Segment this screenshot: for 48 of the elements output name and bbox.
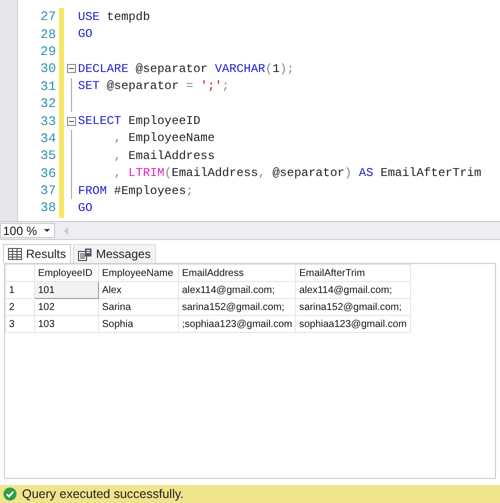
column-header[interactable]: EmployeeName — [98, 264, 178, 282]
table-cell: alex114@gmail.com; — [296, 282, 410, 298]
code-line: GO — [78, 27, 92, 42]
grid-icon — [8, 248, 22, 260]
table-cell: 103 — [34, 316, 98, 332]
code-line: DECLARE @separator VARCHAR(1); — [78, 62, 294, 76]
line-number: 28 — [39, 26, 56, 42]
document-icon — [78, 248, 92, 260]
code-line: SELECT EmployeeID — [78, 114, 200, 128]
table-cell: sophiaa123@gmail.com — [296, 316, 410, 332]
row-number[interactable]: 2 — [6, 298, 34, 316]
column-header[interactable]: EmailAfterTrim — [296, 264, 410, 282]
code-line: USE tempdb — [78, 10, 150, 24]
column-header[interactable]: EmailAddress — [178, 264, 296, 282]
line-number: 36 — [39, 166, 56, 181]
table-cell: ;sophiaa123@gmail.com — [178, 316, 296, 332]
line-number: 30 — [39, 61, 56, 76]
table-cell: sarina152@gmail.com; — [178, 298, 296, 316]
table-cell: Sophia — [98, 316, 178, 332]
results-tab[interactable]: Messages — [73, 244, 156, 263]
code-line: , EmailAddress — [113, 148, 215, 163]
table-cell: alex114@gmail.com; — [178, 282, 296, 298]
row-number[interactable]: 3 — [6, 316, 34, 332]
line-number: 31 — [39, 78, 56, 94]
code-line: SET @separator = ';'; — [78, 79, 230, 94]
table-cell: sarina152@gmail.com; — [296, 298, 410, 316]
table-cell: 101 — [34, 282, 98, 298]
table-cell: Sarina — [98, 298, 178, 316]
line-number: 27 — [39, 9, 56, 24]
table-cell: Alex — [98, 282, 178, 298]
success-check-icon — [3, 487, 17, 501]
line-number: 33 — [39, 114, 56, 129]
line-number: 37 — [39, 183, 56, 198]
status-text: Query executed successfully. — [22, 487, 184, 501]
line-number: 32 — [39, 96, 56, 112]
code-line: GO — [78, 200, 92, 215]
line-number: 35 — [39, 148, 56, 164]
zoom-dropdown[interactable]: 100 % — [0, 223, 55, 238]
collapse-icon[interactable] — [66, 64, 76, 74]
results-tab[interactable]: Results — [3, 244, 72, 263]
line-number: 29 — [39, 44, 56, 59]
line-number: 34 — [39, 130, 56, 146]
line-number: 38 — [39, 200, 56, 216]
code-line: , EmployeeName — [113, 131, 215, 146]
table-cell: 102 — [34, 298, 98, 316]
code-line: FROM #Employees; — [78, 184, 194, 198]
code-line: , LTRIM(EmailAddress, @separator) AS EmailAfterTrim — [113, 166, 482, 180]
collapse-icon[interactable] — [66, 116, 76, 126]
